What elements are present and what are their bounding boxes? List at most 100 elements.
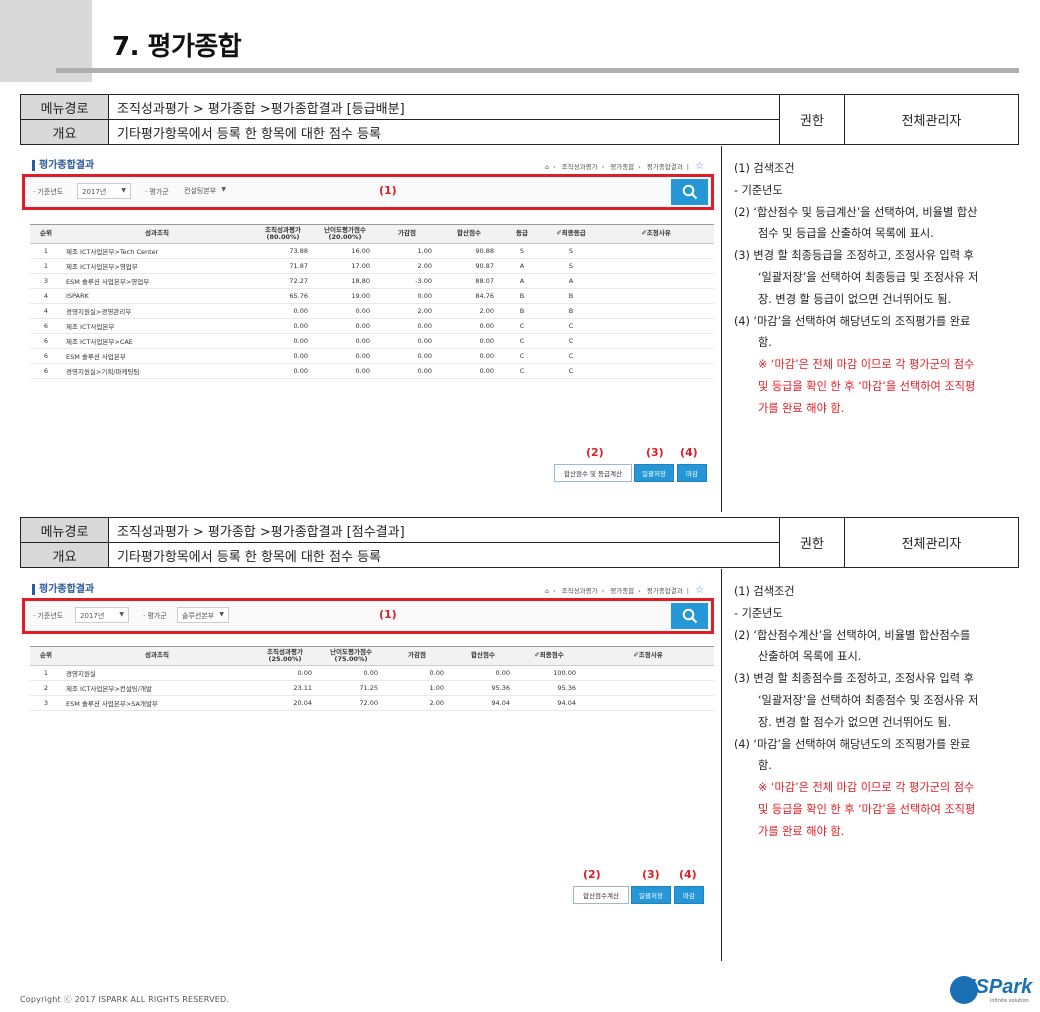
table-cell: 0.00 [252, 333, 314, 349]
title-rule [56, 68, 1019, 73]
search-button[interactable] [671, 603, 708, 629]
table-row[interactable]: 6 제조 ICT사업본부 0.00 0.00 0.00 0.00 C C [30, 318, 714, 334]
table-cell: A [544, 273, 598, 289]
marker-1: (1) [379, 184, 397, 197]
page-title: 7. 평가종합 [112, 32, 242, 62]
table-row[interactable]: 1 경영지원실 0.00 0.00 0.00 0.00 100.00 [30, 665, 714, 681]
table-row[interactable]: 3 ESM 솔루션 사업본부>영업부 72.27 18.80 -3.00 88.07 A A [30, 273, 714, 289]
screen-title: 평가종합결과 [32, 584, 94, 595]
breadcrumb-item[interactable]: 조직성과평가 [562, 587, 598, 595]
bulk-save-button[interactable]: 일괄저장 [634, 464, 674, 482]
menu-label: 메뉴경로 [20, 94, 109, 120]
calc-score-button[interactable]: 합산점수계산 [573, 886, 629, 904]
column-header: 성과조직 [62, 225, 252, 244]
table-cell: 1 [30, 665, 62, 681]
logo-text: ISPark [970, 976, 1033, 998]
note-line: ‘일괄저장’을 선택하여 최종점수 및 조정사유 저 [758, 693, 979, 707]
table-cell: 0.00 [376, 348, 438, 364]
calc-grade-button[interactable]: 합산점수 및 등급계산 [554, 464, 632, 482]
table-row[interactable]: 6 ESM 솔루션 사업본부 0.00 0.00 0.00 0.00 C C [30, 348, 714, 364]
column-header: 가감점 [376, 225, 438, 244]
summary-label: 개요 [20, 119, 109, 145]
table-cell: 23.11 [252, 680, 318, 696]
column-header: 합산점수 [450, 647, 516, 666]
table-cell: A [500, 258, 544, 274]
note-line: 가를 완료 해야 함. [758, 401, 845, 415]
table-cell: 0.00 [252, 665, 318, 681]
group-label: · 평가군 [143, 612, 167, 620]
breadcrumb-item[interactable]: 평가종합결과 [647, 163, 683, 171]
table-cell: 16.00 [314, 243, 376, 259]
bulk-save-button[interactable]: 일괄저장 [631, 886, 671, 904]
grid-table: 순위 성과조직 조직성과평가 (80.00%) 난이도평가점수 (20.00%) 가감점… [30, 225, 714, 379]
table-cell: B [544, 288, 598, 304]
close-button[interactable]: 마감 [674, 886, 704, 904]
group-label: · 평가군 [145, 188, 169, 196]
screenshot-score: 평가종합결과 ⌂ › 조직성과평가 › 평가종합 › 평가종합결과 | ☆ · 기준년도… [20, 582, 714, 922]
home-icon[interactable]: ⌂ [545, 163, 549, 171]
table-row[interactable]: 2 제조 ICT사업본부>컨설팅/개발 23.11 71.25 1.00 95.36 95.… [30, 680, 714, 696]
table-cell: 72.00 [318, 695, 384, 711]
breadcrumb-item[interactable]: 조직성과평가 [562, 163, 598, 171]
table-cell: 0.00 [438, 363, 500, 379]
column-header: ✐최종점수 [516, 647, 582, 666]
note-line: 장. 변경 할 등급이 없으면 건너뛰어도 됨. [758, 292, 952, 306]
table-cell: 0.00 [376, 363, 438, 379]
table-cell: C [544, 363, 598, 379]
table-cell: 0.00 [252, 363, 314, 379]
table-cell: ESM 솔루션 사업본부>영업부 [62, 273, 252, 289]
breadcrumb-item[interactable]: 평가종합 [610, 163, 634, 171]
table-cell: 95.36 [516, 680, 582, 696]
table-cell: B [544, 303, 598, 319]
table-row[interactable]: 6 경영지원실>기획/마케팅팀 0.00 0.00 0.00 0.00 C C [30, 363, 714, 379]
breadcrumb-item[interactable]: 평가종합결과 [647, 587, 683, 595]
table-cell: 90.87 [438, 258, 500, 274]
column-header: 합산점수 [438, 225, 500, 244]
screen-title: 평가종합결과 [32, 160, 94, 171]
table-cell: S [544, 243, 598, 259]
star-icon[interactable]: ☆ [695, 585, 704, 596]
column-header: 가감점 [384, 647, 450, 666]
table-row[interactable]: 1 제조 ICT사업본부>Tech Center 73.88 16.00 1.00 90.… [30, 243, 714, 259]
table-cell [598, 288, 714, 304]
table-cell: 0.00 [252, 318, 314, 334]
screenshot-grade: 평가종합결과 ⌂ › 조직성과평가 › 평가종합 › 평가종합결과 | ☆ · 기준년도… [20, 158, 714, 492]
grid-table: 순위 성과조직 조직성과평가 (25.00%) 난이도평가점수 (75.00%) 가감점… [30, 647, 714, 711]
table-cell [598, 243, 714, 259]
year-label: · 기준년도 [33, 612, 64, 620]
table-cell: 94.04 [450, 695, 516, 711]
column-header: 순위 [30, 647, 62, 666]
table-cell: 6 [30, 318, 62, 334]
marker-1: (1) [379, 608, 397, 621]
table-row[interactable]: 3 ESM 솔루션 사업본부>SA개발부 20.04 72.00 2.00 94.04 94… [30, 695, 714, 711]
table-cell: 0.00 [376, 318, 438, 334]
year-select[interactable]: 2017년 ▼ [75, 607, 129, 623]
table-row[interactable]: 1 제조 ICT사업본부>영업부 71.87 17.00 2.00 90.87 A S [30, 258, 714, 274]
table-cell: 0.00 [252, 348, 314, 364]
divider-1 [721, 146, 722, 512]
group-select[interactable]: 솔루션본부 ▼ [177, 607, 229, 623]
table-cell: S [500, 243, 544, 259]
note-line: (1) 검색조건 [734, 585, 795, 598]
star-icon[interactable]: ☆ [695, 161, 704, 172]
table-cell: 제조 ICT사업본부>영업부 [62, 258, 252, 274]
table-cell: 3 [30, 273, 62, 289]
breadcrumb-item[interactable]: 평가종합 [610, 587, 634, 595]
table-cell [598, 273, 714, 289]
table-cell [598, 303, 714, 319]
search-button[interactable] [671, 179, 708, 205]
table-row[interactable]: 4 경영지원실>경영관리부 0.00 0.00 2.00 2.00 B B [30, 303, 714, 319]
table-cell: 73.88 [252, 243, 314, 259]
table-cell: C [500, 318, 544, 334]
close-button[interactable]: 마감 [677, 464, 707, 482]
table-cell: 4 [30, 303, 62, 319]
year-select[interactable]: 2017년 ▼ [77, 183, 131, 199]
note-line: (1) 검색조건 [734, 162, 795, 175]
group-select[interactable]: 컨설팅본부 ▼ [180, 183, 230, 199]
table-cell: 0.00 [314, 348, 376, 364]
perm-label: 권한 [779, 94, 845, 145]
table-cell: 88.07 [438, 273, 500, 289]
home-icon[interactable]: ⌂ [545, 587, 549, 595]
table-row[interactable]: 6 제조 ICT사업본부>CAE 0.00 0.00 0.00 0.00 C C [30, 333, 714, 349]
table-row[interactable]: 4 ISPARK 65.76 19.00 0.00 84.76 B B [30, 288, 714, 304]
